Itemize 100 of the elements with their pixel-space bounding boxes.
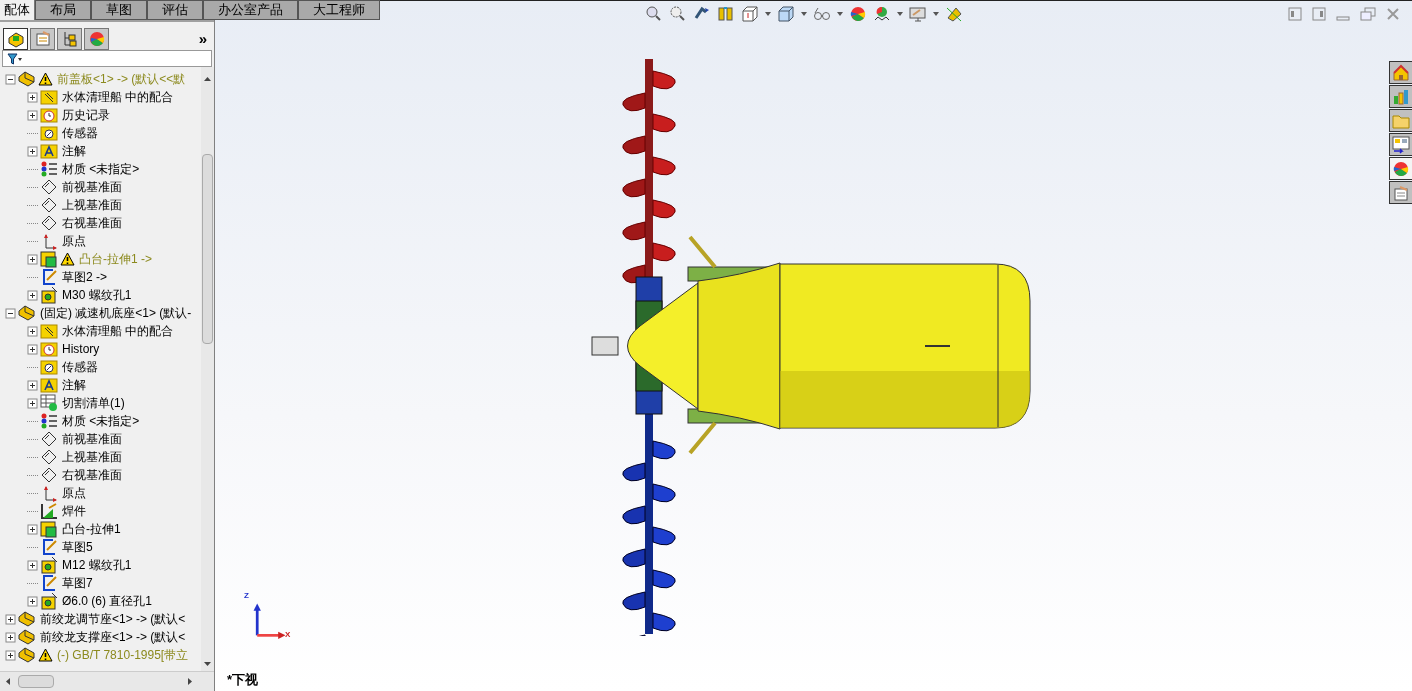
command-tab[interactable]: 大工程师	[298, 0, 380, 20]
view-orientation-icon[interactable]	[741, 5, 759, 23]
home-pane-tab[interactable]	[1389, 61, 1412, 84]
hole-icon	[40, 592, 58, 610]
expand-icon[interactable]	[27, 289, 38, 301]
collapse-icon[interactable]	[5, 73, 16, 85]
library-pane-tab[interactable]	[1389, 85, 1412, 108]
tree-item-label[interactable]: 前视基准面	[62, 430, 122, 448]
scroll-thumb[interactable]	[18, 675, 54, 688]
tree-item-label[interactable]: 焊件	[62, 502, 86, 520]
tree-item-label[interactable]: 水体清理船 中的配合	[62, 88, 174, 106]
mates-icon	[40, 88, 58, 106]
palette-pane-tab[interactable]	[1389, 133, 1412, 156]
zoom-area-icon[interactable]	[669, 5, 687, 23]
tile-right-icon[interactable]	[1312, 7, 1326, 21]
tree-item-label[interactable]: 凸台-拉伸1	[62, 520, 121, 538]
tree-item-label[interactable]: 注解	[62, 376, 86, 394]
tree-item-label[interactable]: 材质 <未指定>	[62, 160, 140, 178]
weldment-icon	[40, 502, 58, 520]
caret-icon[interactable]	[933, 12, 939, 16]
expand-icon[interactable]	[27, 109, 38, 121]
tree-item-label[interactable]: 材质 <未指定>	[62, 412, 140, 430]
command-tab[interactable]: 办公室产品	[203, 0, 298, 20]
tree-item-label[interactable]: 上视基准面	[62, 448, 122, 466]
scroll-left-icon[interactable]	[4, 677, 12, 686]
scroll-right-icon[interactable]	[186, 677, 194, 686]
tree-item-label[interactable]: M30 螺纹孔1	[62, 286, 132, 304]
annotation-icon	[40, 142, 58, 160]
collapse-icon[interactable]	[5, 307, 16, 319]
expand-icon[interactable]	[27, 397, 38, 409]
horizontal-scrollbar[interactable]	[0, 671, 214, 691]
plane-icon	[40, 466, 58, 484]
tree-item-label[interactable]: M12 螺纹孔1	[62, 556, 132, 574]
expand-icon[interactable]	[27, 595, 38, 607]
expand-icon[interactable]	[27, 343, 38, 355]
tree-item-label[interactable]: 传感器	[62, 124, 98, 142]
caret-icon[interactable]	[801, 12, 807, 16]
property-icon	[33, 30, 52, 48]
expand-icon[interactable]	[5, 649, 16, 661]
tree-item-label[interactable]: 草图5	[62, 538, 93, 556]
expand-icon[interactable]	[27, 559, 38, 571]
zoom-fit-icon[interactable]	[645, 5, 663, 23]
view-label: *下视	[227, 670, 259, 689]
configuration-tab[interactable]	[57, 28, 82, 50]
tree-item-label[interactable]: 注解	[62, 142, 86, 160]
material-icon	[40, 160, 58, 178]
vertical-scrollbar[interactable]	[201, 67, 214, 671]
tree-item-label[interactable]: 原点	[62, 232, 86, 250]
tree-item-label[interactable]: 右视基准面	[62, 214, 122, 232]
sensor-icon	[40, 358, 58, 376]
scroll-down-icon[interactable]	[203, 660, 212, 669]
caret-icon[interactable]	[897, 12, 903, 16]
tree-item-label[interactable]: 前绞龙调节座<1> -> (默认<	[40, 610, 186, 628]
tree-item-label[interactable]: 历史记录	[62, 106, 110, 124]
x-axis-label: X	[285, 629, 291, 641]
tree-item-label[interactable]: (固定) 减速机底座<1> (默认-	[40, 304, 192, 322]
appearance-pane-tab[interactable]	[1389, 157, 1412, 180]
tree-item-label[interactable]: 传感器	[62, 358, 98, 376]
expand-panel-button[interactable]: »	[198, 27, 207, 51]
expand-icon[interactable]	[27, 145, 38, 157]
caret-icon[interactable]	[765, 12, 771, 16]
tree-item-label[interactable]: 草图2 ->	[62, 268, 107, 286]
expand-icon[interactable]	[27, 253, 38, 265]
tree-item-label[interactable]: 水体清理船 中的配合	[62, 322, 174, 340]
expand-icon[interactable]	[27, 91, 38, 103]
tile-left-icon[interactable]	[1288, 7, 1302, 21]
filter-icon[interactable]	[7, 52, 23, 65]
scroll-up-icon[interactable]	[203, 75, 212, 84]
annotation-icon	[40, 376, 58, 394]
caret-icon[interactable]	[837, 12, 843, 16]
boss-icon	[40, 250, 58, 268]
tree-item-label[interactable]: 切割清单(1)	[62, 394, 125, 412]
tree-item-label[interactable]: 前视基准面	[62, 178, 122, 196]
display-style-icon[interactable]	[777, 5, 795, 23]
scroll-thumb[interactable]	[202, 154, 213, 344]
appearance-tab[interactable]	[84, 28, 109, 50]
render-monitor-icon[interactable]	[909, 5, 927, 23]
tree-item-label[interactable]: History	[62, 340, 100, 358]
mates-icon	[40, 322, 58, 340]
expand-icon[interactable]	[27, 325, 38, 337]
tree-item-label[interactable]: 右视基准面	[62, 466, 122, 484]
tree-item-label[interactable]: 草图7	[62, 574, 93, 592]
command-tab[interactable]: 评估	[147, 0, 203, 20]
command-tab[interactable]: 布局	[35, 0, 91, 20]
expand-icon[interactable]	[5, 631, 16, 643]
properties-pane-tab[interactable]	[1389, 181, 1412, 204]
feature-tree-tab[interactable]	[3, 28, 28, 50]
folder-pane-tab[interactable]	[1389, 109, 1412, 132]
tree-item-label[interactable]: Ø6.0 (6) 直径孔1	[62, 592, 153, 610]
cutlist-icon	[40, 394, 58, 412]
tree-item-label[interactable]: 前绞龙支撑座<1> -> (默认<	[40, 628, 186, 646]
appearance-icon[interactable]	[849, 5, 867, 23]
command-tab[interactable]: 草图	[91, 0, 147, 20]
tree-item-label[interactable]: 上视基准面	[62, 196, 122, 214]
tree-item-label[interactable]: 原点	[62, 484, 86, 502]
expand-icon[interactable]	[27, 523, 38, 535]
expand-icon[interactable]	[27, 379, 38, 391]
part-icon	[18, 304, 36, 322]
property-tab[interactable]	[30, 28, 55, 50]
expand-icon[interactable]	[5, 613, 16, 625]
